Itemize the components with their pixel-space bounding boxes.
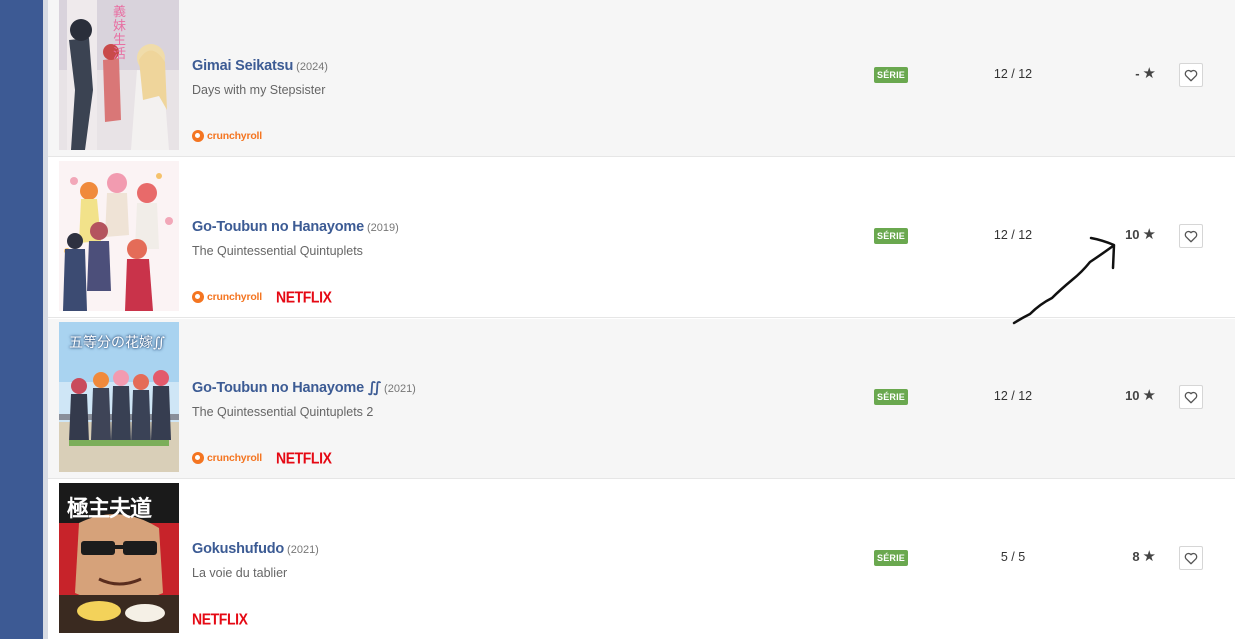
list-item[interactable]: 義妹生活 Gimai Seikatsu (2024) Days with my S…: [48, 0, 1235, 157]
episode-count: 12 / 12: [993, 228, 1033, 242]
crunchyroll-icon: [192, 291, 204, 303]
poster-title-text: 極主夫道: [67, 496, 152, 522]
crunchyroll-label: crunchyroll: [207, 291, 262, 303]
rating-value: 10: [1125, 388, 1140, 403]
heart-icon: [1184, 552, 1198, 564]
crunchyroll-icon: [192, 130, 204, 142]
type-badge: SÉRIE: [874, 228, 909, 244]
anime-list: 義妹生活 Gimai Seikatsu (2024) Days with my S…: [48, 0, 1235, 640]
anime-title-link[interactable]: Go-Toubun no Hanayome ∬: [192, 380, 381, 396]
heart-icon: [1184, 391, 1198, 403]
title-line: Gimai Seikatsu (2024): [192, 57, 328, 75]
anime-title-link[interactable]: Gokushufudo: [192, 541, 284, 557]
netflix-logo[interactable]: NETFLIX: [192, 610, 248, 628]
anime-year: (2024): [296, 61, 328, 73]
crunchyroll-icon: [192, 452, 204, 464]
crunchyroll-label: crunchyroll: [207, 452, 262, 464]
crunchyroll-logo[interactable]: crunchyroll: [192, 291, 262, 303]
anime-year: (2019): [366, 222, 399, 234]
heart-icon: [1184, 230, 1198, 242]
star-icon: ★: [1142, 548, 1156, 565]
rating-value: 8: [1132, 549, 1140, 564]
title-line: Gokushufudo (2021): [192, 540, 319, 558]
star-icon: ★: [1142, 65, 1156, 82]
list-item[interactable]: 極主夫道 Gokushufudo (2021) La voie du tablie…: [48, 480, 1235, 640]
anime-subtitle: The Quintessential Quintuplets: [192, 244, 363, 258]
rating: - ★: [1088, 66, 1156, 81]
rating: 10 ★: [1088, 388, 1156, 403]
list-item[interactable]: 五等分の花嫁∬ Go-Toubun no Hanayome ∬ (2021) Th…: [48, 319, 1235, 479]
poster-image[interactable]: 極主夫道: [59, 483, 179, 633]
poster-title-text: 五等分の花嫁∬: [69, 335, 165, 351]
anime-title-link[interactable]: Gimai Seikatsu: [192, 58, 293, 74]
rating: 8 ★: [1088, 549, 1156, 564]
crunchyroll-logo[interactable]: crunchyroll: [192, 452, 262, 464]
favorite-button[interactable]: [1179, 63, 1203, 87]
poster-image[interactable]: 五等分の花嫁∬: [59, 322, 179, 472]
anime-subtitle: The Quintessential Quintuplets 2: [192, 405, 374, 419]
anime-title-link[interactable]: Go-Toubun no Hanayome: [192, 219, 364, 235]
crunchyroll-logo[interactable]: crunchyroll: [192, 130, 262, 142]
crunchyroll-label: crunchyroll: [207, 130, 262, 142]
type-badge: SÉRIE: [874, 550, 909, 566]
poster-title-text: 義妹生活: [113, 5, 127, 62]
title-line: Go-Toubun no Hanayome ∬ (2021): [192, 379, 416, 397]
netflix-logo[interactable]: NETFLIX: [276, 288, 332, 306]
anime-year: (2021): [287, 544, 319, 556]
rating-value: 10: [1125, 227, 1140, 242]
anime-year: (2021): [384, 383, 416, 395]
title-line: Go-Toubun no Hanayome (2019): [192, 218, 399, 236]
platform-logos: NETFLIX: [192, 610, 248, 628]
episode-count: 5 / 5: [1000, 550, 1026, 564]
anime-subtitle: La voie du tablier: [192, 566, 288, 580]
type-badge: SÉRIE: [874, 389, 909, 405]
rating: 10 ★: [1088, 227, 1156, 242]
platform-logos: crunchyroll: [192, 127, 262, 145]
rating-value: -: [1135, 66, 1140, 81]
list-item[interactable]: Go-Toubun no Hanayome (2019) The Quintess…: [48, 158, 1235, 318]
anime-subtitle: Days with my Stepsister: [192, 83, 326, 97]
poster-image[interactable]: 義妹生活: [59, 0, 179, 150]
netflix-logo[interactable]: NETFLIX: [276, 449, 332, 467]
favorite-button[interactable]: [1179, 546, 1203, 570]
star-icon: ★: [1142, 226, 1156, 243]
platform-logos: crunchyroll NETFLIX: [192, 449, 332, 467]
star-icon: ★: [1142, 387, 1156, 404]
heart-icon: [1184, 69, 1198, 81]
platform-logos: crunchyroll NETFLIX: [192, 288, 332, 306]
poster-image[interactable]: [59, 161, 179, 311]
episode-count: 12 / 12: [993, 389, 1033, 403]
favorite-button[interactable]: [1179, 224, 1203, 248]
episode-count: 12 / 12: [993, 67, 1033, 81]
left-sidebar: [0, 0, 43, 639]
type-badge: SÉRIE: [874, 67, 909, 83]
favorite-button[interactable]: [1179, 385, 1203, 409]
